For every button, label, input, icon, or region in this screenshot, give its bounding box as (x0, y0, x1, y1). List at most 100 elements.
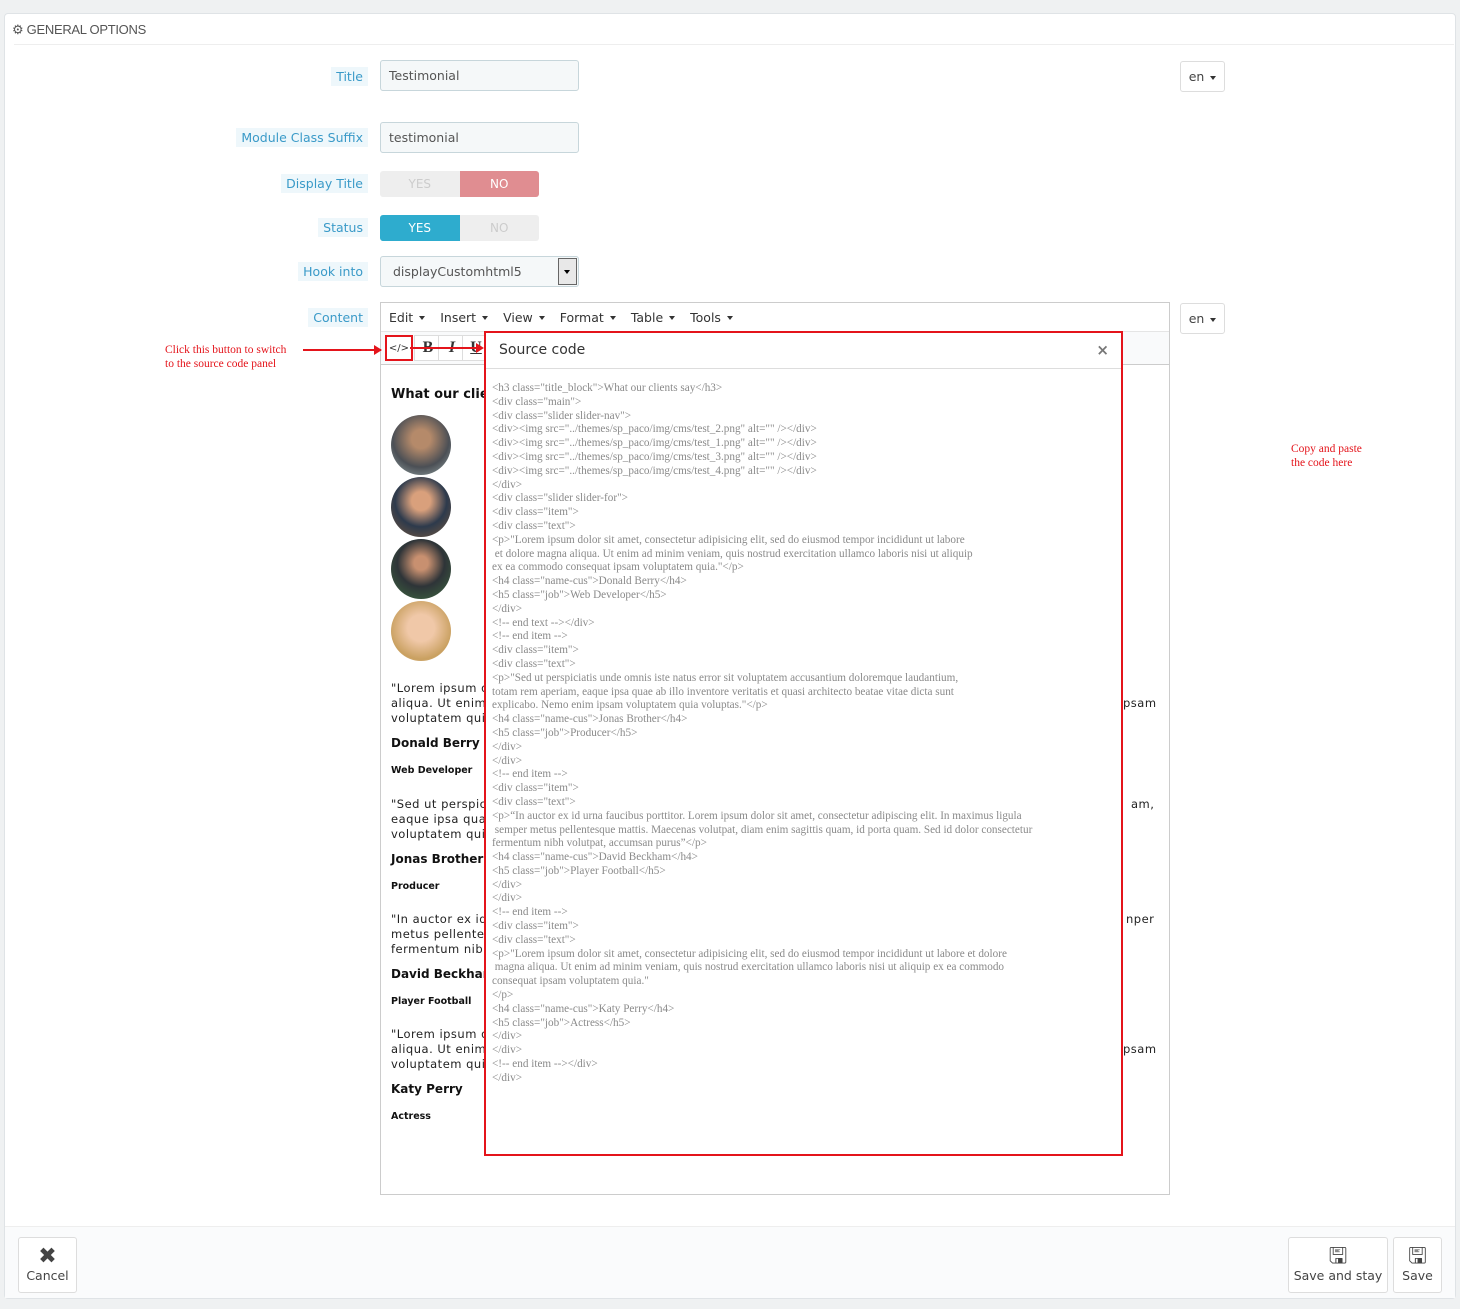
code-line: explicabo. Nemo enim ipsam voluptatem qu… (492, 699, 768, 712)
menu-view[interactable]: View (503, 310, 545, 325)
code-line: <div class="text"> (492, 795, 576, 808)
code-line: <h5 class="job">Web Developer</h5> (492, 588, 667, 601)
menu-label: View (503, 309, 533, 325)
yes-option[interactable]: YES (380, 171, 460, 197)
code-line: </p> (492, 989, 514, 1002)
source-code-textarea[interactable]: <h3 class="title_block">What our clients… (492, 382, 1032, 1086)
menu-label: Tools (690, 309, 721, 325)
caret-down-icon (609, 316, 616, 320)
testimonial-text: voluptatem quia (391, 711, 493, 725)
code-line: </div> (492, 740, 523, 753)
code-line: <p>"Sed ut perspiciatis unde omnis iste … (492, 671, 959, 684)
source-hint-annotation: Click this button to switch to the source… (165, 343, 286, 371)
code-line: <div class="text"> (492, 519, 576, 532)
source-code-button[interactable]: </> (385, 335, 413, 361)
yes-option[interactable]: YES (380, 215, 460, 241)
code-line: <div><img src="../themes/sp_paco/img/cms… (492, 437, 817, 450)
menu-label: Insert (440, 309, 477, 325)
menu-insert[interactable]: Insert (440, 309, 489, 325)
code-line: <div><img src="../themes/sp_paco/img/cms… (492, 423, 817, 436)
display-title-label: Display Title (281, 174, 368, 193)
no-option[interactable]: NO (459, 171, 539, 197)
cancel-button[interactable]: ✖ Cancel (18, 1237, 77, 1293)
code-line: </div> (492, 892, 523, 905)
code-line: </div> (492, 878, 523, 891)
testimonial-name: Jonas Brother (391, 852, 484, 866)
code-line: </div> (492, 754, 523, 767)
hint-line: to the source code panel (165, 358, 277, 370)
code-line: consequat ipsam voluptatem quia." (492, 975, 649, 988)
code-line: <h4 class="name-cus">Donald Berry</h4> (492, 575, 687, 588)
menu-table[interactable]: Table (631, 310, 676, 325)
testimonial-text: "In auctor ex id (391, 912, 488, 926)
hint-line: the code here (1291, 457, 1353, 469)
module-class-suffix-input[interactable]: testimonial (380, 122, 579, 153)
code-line: <h5 class="job">Producer</h5> (492, 726, 638, 739)
source-code-dialog: Source code × <h3 class="title_block">Wha… (484, 331, 1123, 1156)
testimonial-job: Player Football (391, 996, 472, 1007)
panel-title: GENERAL OPTIONS (26, 22, 147, 37)
menu-format[interactable]: Format (560, 310, 616, 325)
close-icon[interactable]: × (1096, 341, 1109, 359)
testimonial-text: aliqua. Ut enim (391, 696, 487, 710)
caret-down-icon (1210, 75, 1217, 80)
caret-down-icon (538, 316, 545, 320)
arrow-line (303, 349, 381, 351)
lang-label: en (1188, 69, 1205, 84)
code-line: <div class="item"> (492, 920, 579, 933)
testimonial-text: am, (1131, 797, 1155, 811)
title-language-dropdown[interactable]: en (1180, 61, 1225, 92)
code-line: <h5 class="job">Player Football</h5> (492, 864, 666, 877)
code-line: <div class="slider slider-for"> (492, 492, 628, 505)
avatar-image (391, 539, 451, 599)
panel-heading: ⚙ GENERAL OPTIONS (12, 22, 146, 38)
caret-down-icon (419, 316, 426, 320)
code-line: <div class="item"> (492, 782, 579, 795)
arrow-line (410, 347, 478, 349)
testimonial-text: voluptatem quia (391, 827, 493, 841)
code-line: <p>"Lorem ipsum dolor sit amet, consecte… (492, 947, 1007, 960)
code-line: semper metus pellentesque mattis. Maecen… (492, 823, 1033, 836)
caret-down-icon (482, 316, 489, 320)
code-line: <div class="slider slider-nav"> (492, 409, 632, 422)
status-label: Status (318, 218, 368, 237)
lang-label: en (1188, 311, 1205, 326)
code-line: </div> (492, 1044, 523, 1057)
save-button[interactable]: 🖫 Save (1393, 1237, 1442, 1293)
hook-select[interactable]: displayCustomhtml5 (380, 256, 579, 287)
paste-hint-annotation: Copy and paste the code here (1291, 442, 1362, 470)
no-option[interactable]: NO (459, 215, 539, 241)
testimonial-text: fermentum nibh (391, 942, 491, 956)
hook-label: Hook into (298, 262, 368, 281)
select-arrow-button[interactable] (558, 258, 577, 285)
code-line: fermentum nibh volutpat, accumsan purus”… (492, 837, 707, 850)
code-line: <div><img src="../themes/sp_paco/img/cms… (492, 450, 817, 463)
menu-tools[interactable]: Tools (690, 310, 733, 325)
caret-down-icon (669, 316, 676, 320)
hint-line: Copy and paste (1291, 443, 1362, 455)
arrow-head-icon (476, 343, 484, 353)
code-line: <p>“In auctor ex id urna faucibus portti… (492, 809, 1022, 822)
code-line: <h4 class="name-cus">David Beckham</h4> (492, 851, 698, 864)
code-line: <h5 class="job">Actress</h5> (492, 1016, 631, 1029)
hint-line: Click this button to switch (165, 344, 287, 356)
status-toggle[interactable]: YES NO (380, 215, 539, 241)
code-line: </div> (492, 602, 523, 615)
dialog-header: Source code × (486, 333, 1121, 369)
hook-value: displayCustomhtml5 (393, 264, 522, 279)
testimonial-job: Web Developer (391, 765, 473, 776)
testimonial-text: psam (1123, 1042, 1157, 1056)
cancel-label: Cancel (26, 1268, 69, 1283)
menu-edit[interactable]: Edit (389, 310, 426, 325)
save-icon: 🖫 (1328, 1244, 1348, 1269)
content-language-dropdown[interactable]: en (1180, 303, 1225, 334)
code-line: et dolore magna aliqua. Ut enim ad minim… (492, 547, 973, 560)
code-line: <div><img src="../themes/sp_paco/img/cms… (492, 464, 817, 477)
testimonial-text: metus pellentes (391, 927, 491, 941)
title-input[interactable]: Testimonial (380, 60, 579, 91)
cogs-icon: ⚙ (12, 22, 24, 37)
save-and-stay-button[interactable]: 🖫 Save and stay (1288, 1237, 1388, 1293)
display-title-toggle[interactable]: YES NO (380, 171, 539, 197)
code-line: </div> (492, 1030, 523, 1043)
caret-down-icon (726, 316, 733, 320)
